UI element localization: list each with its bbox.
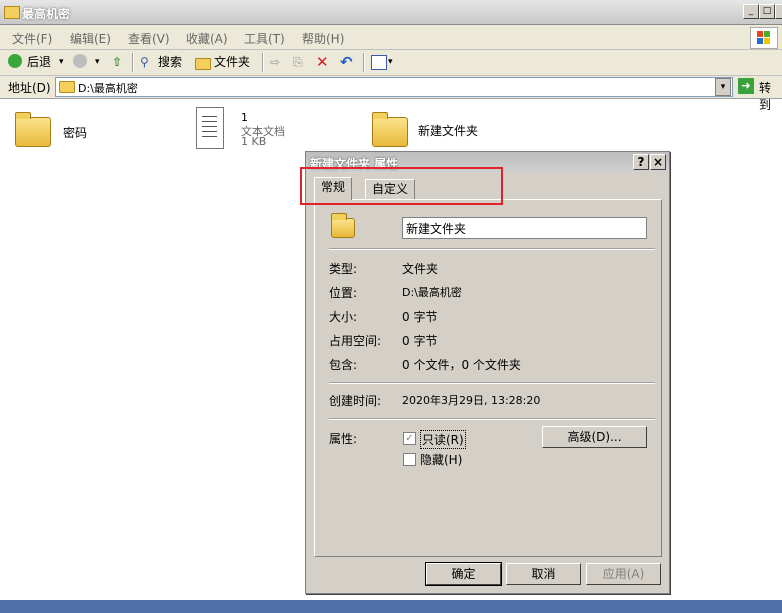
address-label: 地址(D)	[8, 81, 51, 95]
folder-icon	[372, 112, 408, 147]
folder-icon	[15, 112, 51, 147]
folder-icon	[59, 81, 75, 93]
go-button[interactable]: 转到	[759, 79, 782, 113]
menu-help[interactable]: 帮助(H)	[302, 30, 344, 47]
folder-icon	[331, 213, 355, 238]
divider	[329, 382, 655, 384]
search-button[interactable]: 搜索	[158, 54, 182, 71]
hidden-label[interactable]: 隐藏(H)	[420, 451, 462, 468]
readonly-checkbox[interactable]: ✓	[403, 432, 416, 445]
back-dropdown-icon[interactable]: ▾	[59, 54, 64, 71]
folder-name-input[interactable]: 新建文件夹	[402, 217, 647, 239]
created-label: 创建时间:	[329, 394, 382, 408]
size-label: 大小:	[329, 310, 358, 324]
minimize-button[interactable]: _	[743, 4, 759, 19]
go-arrow-icon[interactable]: ➜	[738, 78, 754, 94]
menu-edit[interactable]: 编辑(E)	[70, 30, 111, 47]
file-name: 新建文件夹	[418, 124, 479, 138]
help-button[interactable]: ?	[633, 154, 649, 170]
menu-favorites[interactable]: 收藏(A)	[186, 30, 228, 47]
toolbar-separator	[262, 53, 264, 72]
general-panel: 新建文件夹 类型: 文件夹 位置: D:\最高机密 大小: 0 字节 占用空间:…	[314, 199, 662, 557]
readonly-label[interactable]: 只读(R)	[420, 430, 466, 449]
dialog-close-button[interactable]: ×	[650, 154, 666, 170]
location-label: 位置:	[329, 286, 358, 300]
size-on-disk-value: 0 字节	[402, 334, 438, 348]
advanced-button[interactable]: 高级(D)...	[542, 426, 647, 448]
toolbar-separator	[363, 53, 365, 72]
type-value: 文件夹	[402, 262, 439, 276]
window-titlebar: 最高机密 _ □	[0, 0, 782, 25]
size-value: 0 字节	[402, 310, 438, 324]
forward-arrow-icon[interactable]	[73, 54, 87, 68]
file-size: 1 KB	[241, 135, 267, 148]
copy-to-icon[interactable]: ⎘	[293, 54, 303, 71]
hidden-checkbox[interactable]	[403, 453, 416, 466]
location-value: D:\最高机密	[402, 286, 462, 299]
delete-icon[interactable]: ✕	[316, 54, 329, 71]
search-icon[interactable]: ⚲	[140, 54, 149, 71]
contains-value: 0 个文件，0 个文件夹	[402, 358, 521, 372]
close-button[interactable]	[775, 4, 782, 19]
cancel-button[interactable]: 取消	[506, 563, 581, 585]
divider	[329, 248, 655, 250]
contains-label: 包含:	[329, 358, 358, 372]
menu-view[interactable]: 查看(V)	[128, 30, 170, 47]
back-button[interactable]: 后退	[27, 54, 51, 71]
properties-dialog: 新建文件夹 属性 ? × 常规 自定义 新建文件夹 类型: 文件夹 位置: D:…	[305, 151, 670, 594]
size-on-disk-label: 占用空间:	[329, 334, 382, 348]
address-bar: 地址(D) D:\最高机密 ▾ ➜ 转到	[0, 76, 782, 112]
address-input[interactable]: D:\最高机密	[55, 77, 733, 97]
created-value: 2020年3月29日, 13:28:20	[402, 394, 541, 407]
views-icon[interactable]	[371, 55, 387, 70]
ok-button[interactable]: 确定	[425, 562, 502, 586]
move-to-icon[interactable]: ⇨	[270, 54, 280, 71]
tab-general[interactable]: 常规	[314, 177, 353, 200]
folders-button[interactable]: 文件夹	[214, 54, 250, 71]
maximize-button[interactable]: □	[759, 4, 775, 19]
toolbar-separator	[132, 53, 134, 72]
back-arrow-icon[interactable]	[8, 54, 22, 68]
undo-icon[interactable]: ↶	[340, 54, 353, 71]
folder-icon	[4, 6, 20, 19]
menu-bar: 文件(F) 编辑(E) 查看(V) 收藏(A) 工具(T) 帮助(H)	[0, 25, 782, 50]
text-document-icon	[196, 107, 224, 149]
menu-tools[interactable]: 工具(T)	[244, 30, 285, 47]
up-folder-icon[interactable]: ⇧	[112, 54, 122, 71]
taskbar-strip	[0, 600, 782, 613]
divider	[329, 418, 655, 420]
window-title: 最高机密	[22, 7, 71, 21]
type-label: 类型:	[329, 262, 358, 276]
toolbar: 后退 ▾ ▾ ⇧ ⚲ 搜索 文件夹 ⇨ ⎘ ✕ ↶ ▾	[0, 50, 782, 76]
forward-dropdown-icon[interactable]: ▾	[95, 54, 100, 71]
address-path: D:\最高机密	[78, 82, 138, 95]
folders-icon	[195, 58, 211, 70]
address-dropdown-icon[interactable]: ▾	[715, 78, 731, 96]
menu-file[interactable]: 文件(F)	[12, 30, 52, 47]
views-dropdown-icon[interactable]: ▾	[388, 54, 393, 71]
apply-button[interactable]: 应用(A)	[586, 563, 661, 585]
windows-logo-icon	[750, 27, 778, 49]
attributes-label: 属性:	[329, 432, 358, 446]
file-name: 密码	[63, 126, 88, 140]
